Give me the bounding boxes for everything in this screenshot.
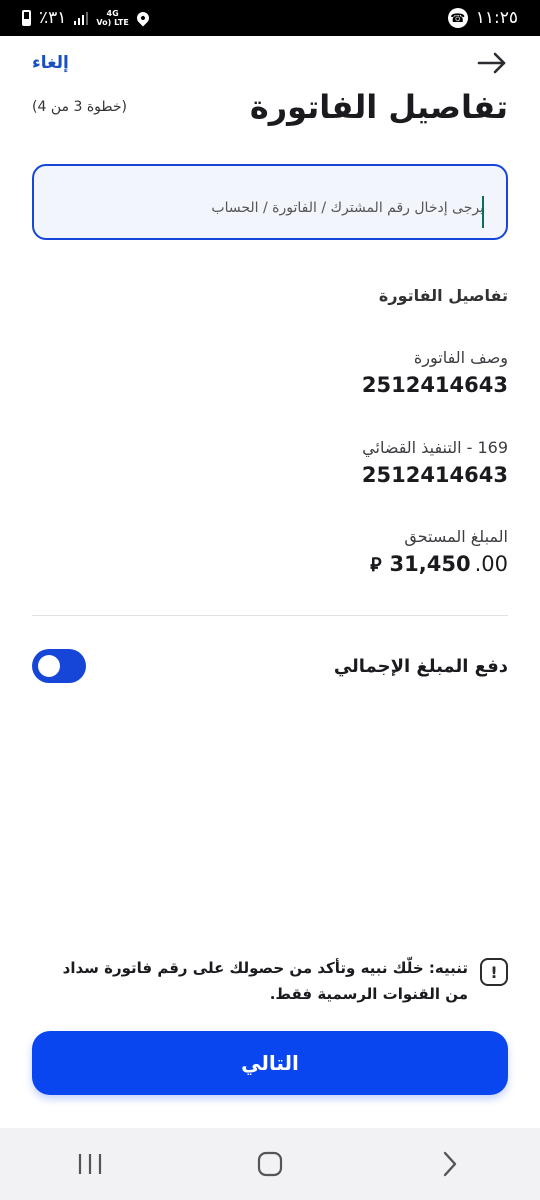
amount-integer: 31,450 [389, 552, 471, 576]
status-right: ☎ ١١:٢٥ [447, 8, 518, 28]
battery-icon [22, 10, 31, 26]
divider [32, 615, 508, 616]
detail-label: 169 - التنفيذ القضائي [362, 438, 508, 457]
step-indicator: (خطوة 3 من 4) [32, 99, 127, 115]
exclamation-icon: ! [480, 958, 508, 986]
screen: ٪٣١ 4G Vo) LTE ☎ ١١:٢٥ إلغاء تفاصيل الفا… [0, 0, 540, 1200]
status-bar: ٪٣١ 4G Vo) LTE ☎ ١١:٢٥ [0, 0, 540, 36]
home-button[interactable] [240, 1140, 300, 1188]
recent-apps-button[interactable] [60, 1140, 120, 1188]
back-icon [443, 1151, 457, 1177]
signal-icon [74, 11, 89, 25]
detail-label: وصف الفاتورة [413, 348, 508, 367]
title-row: تفاصيل الفاتورة (خطوة 3 من 4) [32, 88, 508, 126]
toggle-knob [38, 655, 60, 677]
pay-total-toggle[interactable] [32, 649, 86, 683]
detail-biller: 169 - التنفيذ القضائي 2512414643 [362, 438, 508, 487]
pay-total-label: دفع المبلغ الإجمالي [333, 655, 508, 677]
riyal-currency-icon: ⃁ [370, 554, 382, 576]
network-label: 4G Vo) LTE [96, 9, 128, 27]
detail-amount-due: المبلغ المستحق ⃁ 31,450.00 [370, 527, 508, 577]
top-bar: إلغاء [32, 46, 508, 80]
account-input-container[interactable] [32, 164, 508, 240]
notice-text: تنبيه: خلّك نبيه وتأكد من حصولك على رقم … [62, 959, 468, 1003]
text-cursor [481, 196, 484, 228]
detail-bill-description: وصف الفاتورة 2512414643 [362, 348, 508, 397]
amount-value: ⃁ 31,450.00 [370, 552, 508, 577]
details-heading: تفاصيل الفاتورة [378, 286, 508, 305]
amount-label: المبلغ المستحق [404, 527, 508, 546]
detail-value: 2512414643 [361, 463, 508, 487]
notice: ! تنبيه: خلّك نبيه وتأكد من حصولك على رق… [40, 955, 508, 1007]
recent-apps-icon [78, 1154, 102, 1174]
location-icon [134, 9, 152, 27]
detail-value: 2512414643 [361, 373, 508, 397]
network-volte: Vo) LTE [96, 18, 129, 27]
network-type: 4G [106, 9, 119, 18]
clock: ١١:٢٥ [475, 8, 518, 28]
next-button[interactable]: التالي [32, 1031, 508, 1095]
account-number-input[interactable] [34, 166, 506, 238]
home-icon [257, 1151, 283, 1177]
back-button[interactable] [420, 1140, 480, 1188]
amount-decimal: .00 [474, 552, 508, 576]
page-title: تفاصيل الفاتورة [249, 88, 508, 126]
pay-total-row: دفع المبلغ الإجمالي [32, 646, 508, 686]
back-arrow-icon[interactable] [476, 47, 508, 79]
battery-level: ٪٣١ [39, 8, 67, 28]
cancel-button[interactable]: إلغاء [32, 53, 69, 73]
call-icon: ☎ [447, 8, 468, 28]
navigation-bar [0, 1128, 540, 1200]
status-left: ٪٣١ 4G Vo) LTE [22, 8, 152, 28]
